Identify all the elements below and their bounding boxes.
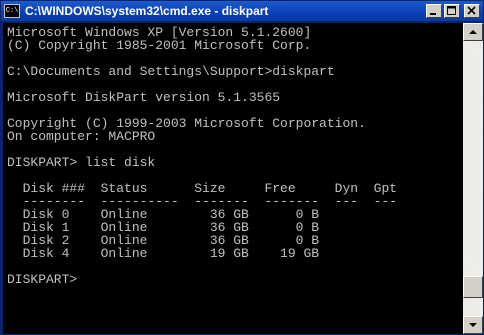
console-line: Microsoft DiskPart version 5.1.3565: [7, 90, 281, 105]
console-output[interactable]: Microsoft Windows XP [Version 5.1.2600](…: [3, 23, 463, 334]
scroll-down-button[interactable]: [463, 316, 483, 334]
arrow-down-icon: [469, 323, 477, 327]
console-line: (C) Copyright 1985-2001 Microsoft Corp.: [7, 38, 312, 53]
title-bar[interactable]: C:\ C:\WINDOWS\system32\cmd.exe - diskpa…: [1, 1, 483, 21]
minimize-button[interactable]: [426, 4, 442, 18]
cmd-icon[interactable]: C:\: [4, 4, 20, 18]
scroll-track[interactable]: [463, 41, 483, 316]
window-title: C:\WINDOWS\system32\cmd.exe - diskpart: [25, 4, 269, 18]
scroll-up-button[interactable]: [463, 23, 483, 41]
cmd-window: C:\ C:\WINDOWS\system32\cmd.exe - diskpa…: [0, 0, 484, 335]
console-line: DISKPART>: [7, 272, 86, 287]
arrow-up-icon: [469, 30, 477, 34]
close-button[interactable]: [464, 4, 480, 18]
console-line: Disk 4 Online 19 GB 19 GB: [7, 246, 320, 261]
console-line: On computer: MACPRO: [7, 129, 156, 144]
scroll-thumb[interactable]: [463, 276, 483, 298]
maximize-icon: [447, 6, 456, 15]
vertical-scrollbar[interactable]: [463, 23, 483, 334]
close-icon: [467, 6, 476, 15]
console-line: C:\Documents and Settings\Support>diskpa…: [7, 64, 335, 79]
maximize-button[interactable]: [444, 4, 460, 18]
console-line: DISKPART> list disk: [7, 155, 156, 170]
minimize-icon: [430, 13, 436, 15]
